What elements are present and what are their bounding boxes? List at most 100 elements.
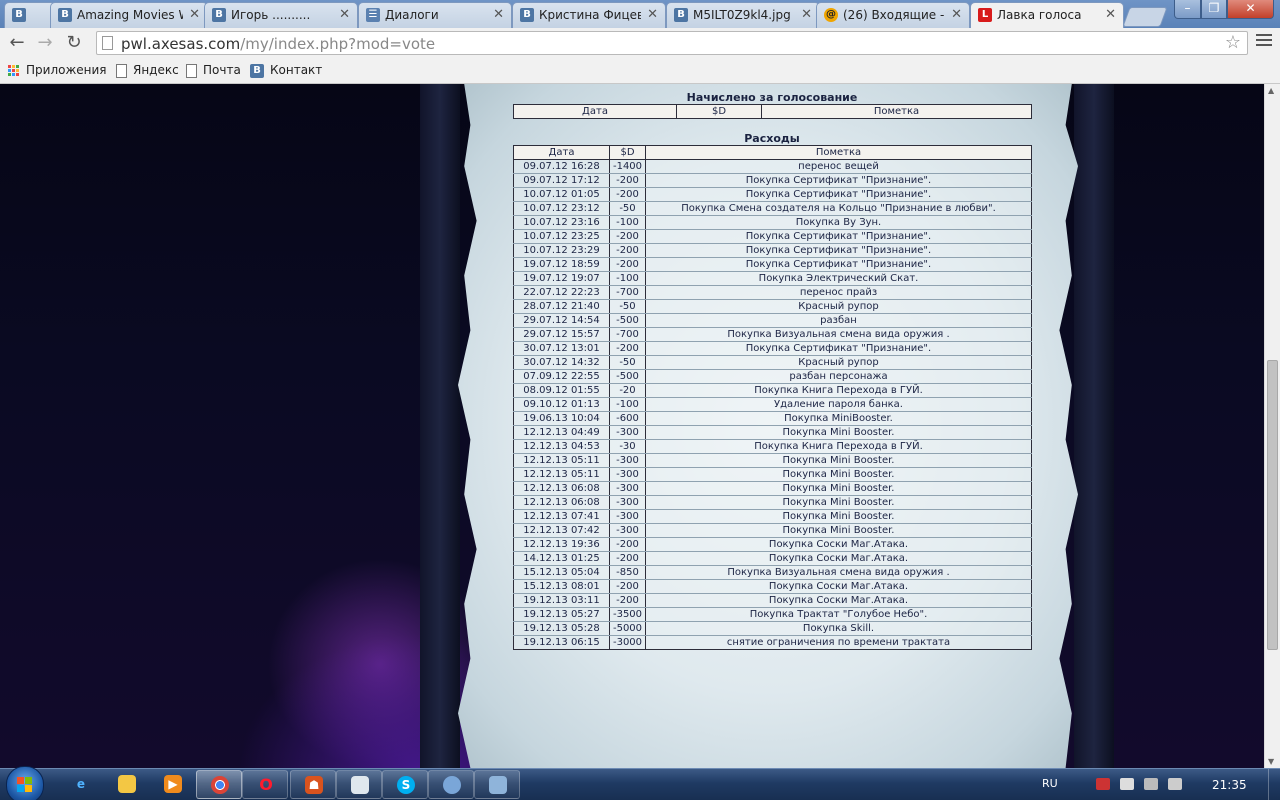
taskbar-network[interactable]: [428, 770, 474, 799]
amount-cell: -200: [609, 551, 646, 566]
note-cell: Покупка Соски Маг.Атака.: [645, 551, 1032, 566]
tray-network-icon[interactable]: [1144, 778, 1158, 790]
browser-tab[interactable]: @ (26) Входящие - jo ✕: [816, 2, 970, 28]
close-icon[interactable]: ✕: [189, 7, 200, 22]
chrome-icon: [211, 776, 229, 794]
taskbar-ie[interactable]: e: [58, 770, 104, 799]
taskbar-opera[interactable]: O: [242, 770, 288, 799]
close-icon[interactable]: ✕: [493, 7, 504, 22]
taskbar-paint[interactable]: [474, 770, 520, 799]
browser-tab[interactable]: В Кристина Фицева ✕: [512, 2, 666, 28]
table-row: 19.12.13 05:28 -5000 Покупка Skill.: [513, 621, 1032, 636]
taskbar-clock[interactable]: 21:35: [1212, 778, 1247, 792]
close-icon[interactable]: ✕: [647, 7, 658, 22]
vertical-scrollbar[interactable]: ▲ ▼: [1264, 84, 1280, 768]
tray-volume-icon[interactable]: [1168, 778, 1182, 790]
amount-cell: -300: [609, 425, 646, 440]
window-close-button[interactable]: ✕: [1227, 0, 1274, 19]
bookmark-kontakt[interactable]: В Контакт: [250, 63, 322, 78]
close-icon[interactable]: ✕: [801, 7, 812, 22]
amount-cell: -200: [609, 173, 646, 188]
browser-tab[interactable]: В M5ILT0Z9kl4.jpg (1 ✕: [666, 2, 820, 28]
taskbar-explorer[interactable]: [104, 770, 150, 799]
table-row: 12.12.13 05:11 -300 Покупка Mini Booster.: [513, 467, 1032, 482]
note-cell: Покупка Mini Booster.: [645, 481, 1032, 496]
amount-cell: -500: [609, 369, 646, 384]
internet-explorer-icon: e: [76, 777, 86, 791]
taskbar-skype[interactable]: S: [382, 770, 428, 799]
browser-tab[interactable]: В Игорь .......... ✕: [204, 2, 358, 28]
decorative-frame: [420, 84, 460, 768]
decorative-frame: [1074, 84, 1114, 768]
note-cell: Покупка Книга Перехода в ГУЙ.: [645, 383, 1032, 398]
note-cell: Покупка Сертификат "Признание".: [645, 243, 1032, 258]
date-cell: 10.07.12 23:16: [513, 215, 610, 230]
browser-tab-active[interactable]: L Лавка голоса ✕: [970, 2, 1124, 28]
note-cell: Красный рупор: [645, 355, 1032, 370]
browser-tab[interactable]: В Amazing Movies W ✕: [50, 2, 208, 28]
amount-cell: -200: [609, 187, 646, 202]
date-cell: 12.12.13 19:36: [513, 537, 610, 552]
scrollbar-thumb[interactable]: [1267, 360, 1278, 650]
bookmark-star-icon[interactable]: ☆: [1225, 32, 1241, 53]
note-cell: Покупка Сертификат "Признание".: [645, 257, 1032, 272]
amount-cell: -5000: [609, 621, 646, 636]
amount-cell: -200: [609, 341, 646, 356]
bookmark-apps[interactable]: Приложения: [8, 63, 107, 77]
date-cell: 10.07.12 23:12: [513, 201, 610, 216]
chrome-menu-icon[interactable]: [1256, 34, 1272, 49]
media-player-icon: ▶: [164, 775, 182, 793]
date-cell: 30.07.12 13:01: [513, 341, 610, 356]
table-row: 29.07.12 15:57 -700 Покупка Визуальная сме…: [513, 327, 1032, 342]
amount-cell: -100: [609, 397, 646, 412]
note-cell: Покупка Сертификат "Признание".: [645, 187, 1032, 202]
window-minimize-button[interactable]: –: [1174, 0, 1201, 19]
close-icon[interactable]: ✕: [951, 7, 962, 22]
forward-arrow-icon[interactable]: →: [34, 32, 56, 54]
table-row: 15.12.13 08:01 -200 Покупка Соски Маг.Атак…: [513, 579, 1032, 594]
taskbar-game[interactable]: ☗: [290, 770, 336, 799]
reload-icon[interactable]: ↻: [63, 32, 85, 54]
windows-start-button[interactable]: [6, 766, 44, 800]
taskbar-chrome[interactable]: [196, 770, 242, 799]
tray-device-icon[interactable]: [1120, 778, 1134, 790]
table-row: 19.12.13 06:15 -3000 снятие ограничения по…: [513, 635, 1032, 650]
date-cell: 10.07.12 01:05: [513, 187, 610, 202]
note-cell: разбан: [645, 313, 1032, 328]
taskbar-media[interactable]: ▶: [150, 770, 196, 799]
window-maximize-button[interactable]: ❐: [1201, 0, 1227, 19]
show-desktop-button[interactable]: [1268, 769, 1280, 800]
table-row: 10.07.12 23:29 -200 Покупка Сертификат "Пр…: [513, 243, 1032, 258]
new-tab-button[interactable]: [1122, 7, 1168, 27]
address-bar[interactable]: pwl.axesas.com/my/index.php?mod=vote ☆: [96, 31, 1248, 55]
vk-icon: В: [674, 8, 688, 22]
bookmarks-bar: Приложения Яндекс Почта В Контакт: [0, 58, 1280, 84]
browser-tab[interactable]: В: [4, 2, 56, 28]
close-icon[interactable]: ✕: [339, 7, 350, 22]
taskbar-notepad[interactable]: [336, 770, 382, 799]
browser-tab[interactable]: ☰ Диалоги ✕: [358, 2, 512, 28]
amount-cell: -300: [609, 523, 646, 538]
notepad-icon: [351, 776, 369, 794]
scroll-down-arrow-icon[interactable]: ▼: [1268, 757, 1274, 766]
table-header-row: Дата $D Пометка: [513, 145, 1032, 160]
scroll-up-arrow-icon[interactable]: ▲: [1268, 86, 1274, 95]
amount-cell: -300: [609, 509, 646, 524]
table-header-row: Дата $D Пометка: [513, 104, 1032, 119]
tray-flag-icon[interactable]: [1096, 778, 1110, 790]
bookmark-pochta[interactable]: Почта: [186, 63, 241, 78]
note-cell: Покупка Ву Зун.: [645, 215, 1032, 230]
windows-taskbar: e ▶ O ☗ S RU 21:35: [0, 766, 1280, 800]
url-text[interactable]: pwl.axesas.com/my/index.php?mod=vote: [121, 35, 435, 53]
table-row: 09.07.12 16:28 -1400 перенос вещей: [513, 159, 1032, 174]
note-cell: снятие ограничения по времени трактата: [645, 635, 1032, 650]
language-indicator[interactable]: RU: [1042, 777, 1058, 790]
vk-icon: В: [12, 8, 26, 22]
date-cell: 19.07.12 19:07: [513, 271, 610, 286]
back-arrow-icon[interactable]: ←: [6, 32, 28, 54]
note-cell: Покупка Mini Booster.: [645, 523, 1032, 538]
table-row: 12.12.13 05:11 -300 Покупка Mini Booster.: [513, 453, 1032, 468]
bookmark-yandex[interactable]: Яндекс: [116, 63, 179, 78]
close-icon[interactable]: ✕: [1105, 7, 1116, 22]
note-cell: Покупка Mini Booster.: [645, 509, 1032, 524]
